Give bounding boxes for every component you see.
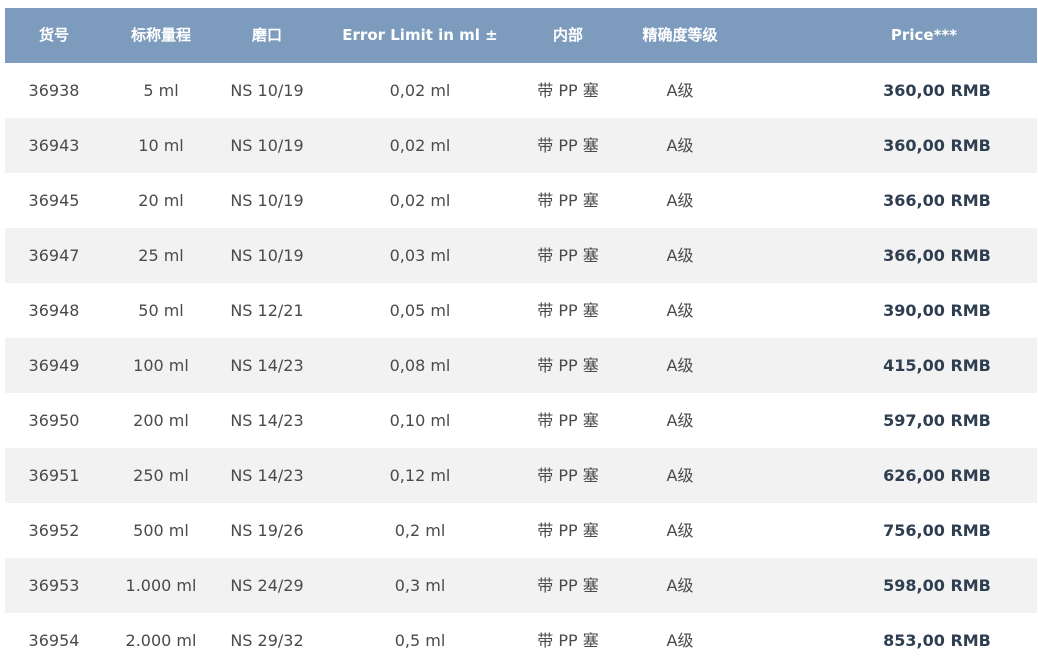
cell-sku: 36945	[28, 191, 80, 210]
cell-capacity: 5 ml	[143, 81, 179, 100]
table-row: 36948 50 ml NS 12/21 0,05 ml 带 PP 塞 A级 390,00 …	[5, 283, 1037, 338]
table-row: 36949 100 ml NS 14/23 0,08 ml 带 PP 塞 A级 415,00…	[5, 338, 1037, 393]
table-row: 36945 20 ml NS 10/19 0,02 ml 带 PP 塞 A级 366,00 …	[5, 173, 1037, 228]
cell-accuracy-class: A级	[666, 631, 694, 650]
cell-ground-joint: NS 19/26	[230, 521, 304, 540]
cell-sku: 36953	[28, 576, 80, 595]
cell-accuracy-class: A级	[666, 136, 694, 155]
cell-capacity: 500 ml	[133, 521, 189, 540]
table-row: 36954 2.000 ml NS 29/32 0,5 ml 带 PP 塞 A级 853,0…	[5, 613, 1037, 668]
cell-capacity: 20 ml	[138, 191, 184, 210]
cell-price: 360,00 RMB	[883, 81, 991, 100]
cell-sku: 36952	[28, 521, 80, 540]
cell-sku: 36954	[28, 631, 80, 650]
header-error-limit[interactable]: Error Limit in ml ±	[342, 8, 497, 63]
header-interior[interactable]: 内部	[553, 8, 583, 63]
cell-accuracy-class: A级	[666, 411, 694, 430]
table-row: 36950 200 ml NS 14/23 0,10 ml 带 PP 塞 A级 597,00…	[5, 393, 1037, 448]
cell-capacity: 25 ml	[138, 246, 184, 265]
cell-accuracy-class: A级	[666, 356, 694, 375]
cell-interior: 带 PP 塞	[537, 81, 599, 100]
cell-interior: 带 PP 塞	[537, 521, 599, 540]
cell-ground-joint: NS 14/23	[230, 356, 304, 375]
table-header-row: 货号 标称量程 磨口 Error Limit in ml ± 内部 精确度等级 …	[5, 8, 1037, 63]
cell-sku: 36951	[28, 466, 80, 485]
cell-capacity: 100 ml	[133, 356, 189, 375]
cell-error-limit: 0,3 ml	[394, 576, 446, 595]
cell-price: 366,00 RMB	[883, 246, 991, 265]
cell-capacity: 10 ml	[138, 136, 184, 155]
header-sku[interactable]: 货号	[39, 8, 69, 63]
cell-error-limit: 0,02 ml	[389, 191, 451, 210]
cell-price: 597,00 RMB	[883, 411, 991, 430]
table-row: 36938 5 ml NS 10/19 0,02 ml 带 PP 塞 A级 360,00 R…	[5, 63, 1037, 118]
cell-sku: 36947	[28, 246, 80, 265]
cell-ground-joint: NS 10/19	[230, 246, 304, 265]
header-price[interactable]: Price***	[891, 8, 957, 63]
cell-price: 598,00 RMB	[883, 576, 991, 595]
cell-accuracy-class: A级	[666, 81, 694, 100]
cell-sku: 36948	[28, 301, 80, 320]
table-row: 36951 250 ml NS 14/23 0,12 ml 带 PP 塞 A级 626,00…	[5, 448, 1037, 503]
cell-accuracy-class: A级	[666, 576, 694, 595]
cell-error-limit: 0,10 ml	[389, 411, 451, 430]
cell-sku: 36949	[28, 356, 80, 375]
cell-accuracy-class: A级	[666, 246, 694, 265]
cell-accuracy-class: A级	[666, 301, 694, 320]
cell-accuracy-class: A级	[666, 466, 694, 485]
cell-ground-joint: NS 14/23	[230, 466, 304, 485]
cell-ground-joint: NS 10/19	[230, 136, 304, 155]
cell-price: 626,00 RMB	[883, 466, 991, 485]
cell-accuracy-class: A级	[666, 191, 694, 210]
cell-interior: 带 PP 塞	[537, 246, 599, 265]
cell-error-limit: 0,5 ml	[394, 631, 446, 650]
table-row: 36943 10 ml NS 10/19 0,02 ml 带 PP 塞 A级 360,00 …	[5, 118, 1037, 173]
cell-interior: 带 PP 塞	[537, 411, 599, 430]
table-row: 36952 500 ml NS 19/26 0,2 ml 带 PP 塞 A级 756,00 …	[5, 503, 1037, 558]
cell-capacity: 250 ml	[133, 466, 189, 485]
cell-price: 415,00 RMB	[883, 356, 991, 375]
cell-capacity: 200 ml	[133, 411, 189, 430]
cell-ground-joint: NS 24/29	[230, 576, 304, 595]
cell-capacity: 2.000 ml	[125, 631, 197, 650]
cell-ground-joint: NS 29/32	[230, 631, 304, 650]
cell-ground-joint: NS 10/19	[230, 191, 304, 210]
table-row: 36953 1.000 ml NS 24/29 0,3 ml 带 PP 塞 A级 598,0…	[5, 558, 1037, 613]
cell-sku: 36950	[28, 411, 80, 430]
cell-error-limit: 0,05 ml	[389, 301, 451, 320]
cell-sku: 36943	[28, 136, 80, 155]
table-row: 36947 25 ml NS 10/19 0,03 ml 带 PP 塞 A级 366,00 …	[5, 228, 1037, 283]
cell-interior: 带 PP 塞	[537, 356, 599, 375]
cell-price: 390,00 RMB	[883, 301, 991, 320]
cell-sku: 36938	[28, 81, 80, 100]
cell-price: 366,00 RMB	[883, 191, 991, 210]
cell-interior: 带 PP 塞	[537, 191, 599, 210]
cell-ground-joint: NS 14/23	[230, 411, 304, 430]
cell-ground-joint: NS 10/19	[230, 81, 304, 100]
cell-error-limit: 0,08 ml	[389, 356, 451, 375]
cell-price: 756,00 RMB	[883, 521, 991, 540]
cell-price: 853,00 RMB	[883, 631, 991, 650]
cell-interior: 带 PP 塞	[537, 631, 599, 650]
header-ground-joint[interactable]: 磨口	[252, 8, 282, 63]
cell-capacity: 1.000 ml	[125, 576, 197, 595]
header-nominal-capacity[interactable]: 标称量程	[131, 8, 191, 63]
cell-error-limit: 0,02 ml	[389, 136, 451, 155]
cell-interior: 带 PP 塞	[537, 136, 599, 155]
product-table: 货号 标称量程 磨口 Error Limit in ml ± 内部 精确度等级 …	[5, 8, 1037, 668]
cell-capacity: 50 ml	[138, 301, 184, 320]
cell-error-limit: 0,2 ml	[394, 521, 446, 540]
cell-accuracy-class: A级	[666, 521, 694, 540]
header-accuracy-class[interactable]: 精确度等级	[642, 8, 717, 63]
cell-ground-joint: NS 12/21	[230, 301, 304, 320]
cell-price: 360,00 RMB	[883, 136, 991, 155]
cell-interior: 带 PP 塞	[537, 466, 599, 485]
cell-interior: 带 PP 塞	[537, 576, 599, 595]
cell-error-limit: 0,12 ml	[389, 466, 451, 485]
cell-interior: 带 PP 塞	[537, 301, 599, 320]
cell-error-limit: 0,03 ml	[389, 246, 451, 265]
cell-error-limit: 0,02 ml	[389, 81, 451, 100]
table-body: 36938 5 ml NS 10/19 0,02 ml 带 PP 塞 A级 360,00 R…	[5, 63, 1037, 668]
